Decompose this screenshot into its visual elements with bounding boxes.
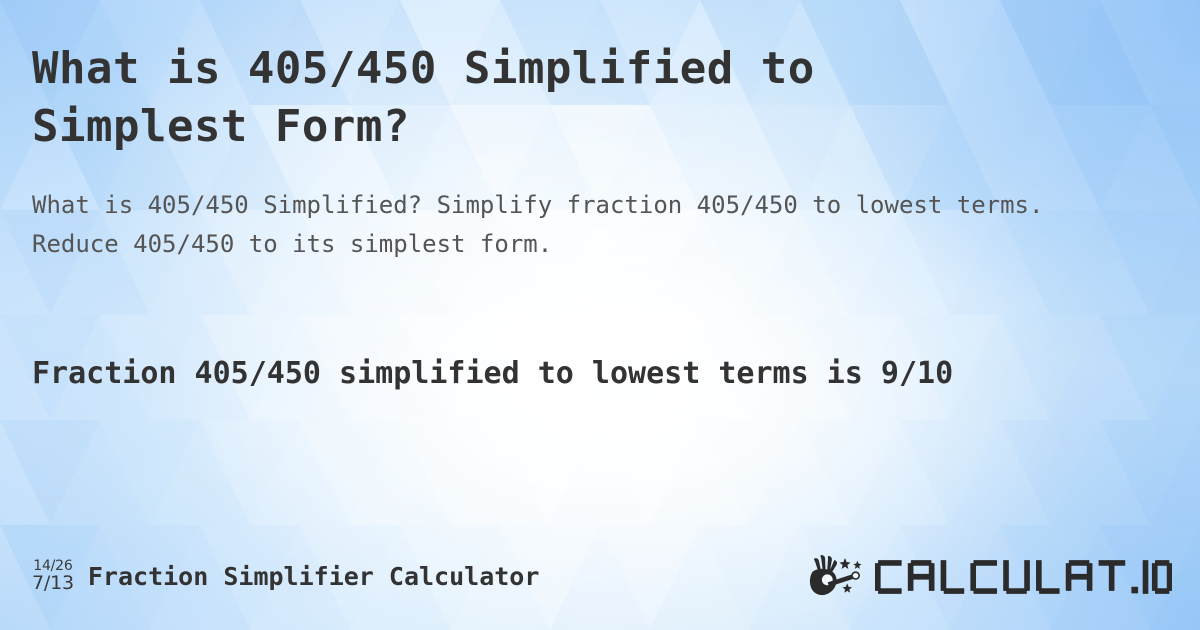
card-content: What is 405/450 Simplified to Simplest F… xyxy=(0,0,1200,630)
fraction-badge: 14/26 7/13 xyxy=(32,557,74,596)
tool-name: Fraction Simplifier Calculator xyxy=(87,562,540,592)
hand-magic-wand-icon xyxy=(809,555,862,596)
brand-logo[interactable] xyxy=(809,554,1172,600)
fraction-badge-numerator: 14/26 xyxy=(33,557,73,574)
brand-wordmark xyxy=(874,557,1172,597)
footer: 14/26 7/13 Fraction Simplifier Calculato… xyxy=(32,550,1172,604)
footer-left-group: 14/26 7/13 Fraction Simplifier Calculato… xyxy=(32,557,540,596)
og-card: What is 405/450 Simplified to Simplest F… xyxy=(0,0,1200,630)
page-title: What is 405/450 Simplified to Simplest F… xyxy=(32,43,842,153)
fraction-badge-denominator: 7/13 xyxy=(32,571,74,594)
page-subtitle: What is 405/450 Simplified? Simplify fra… xyxy=(32,191,1044,258)
answer-text: Fraction 405/450 simplified to lowest te… xyxy=(32,356,954,391)
calculatio-wordmark-svg xyxy=(874,560,1172,594)
